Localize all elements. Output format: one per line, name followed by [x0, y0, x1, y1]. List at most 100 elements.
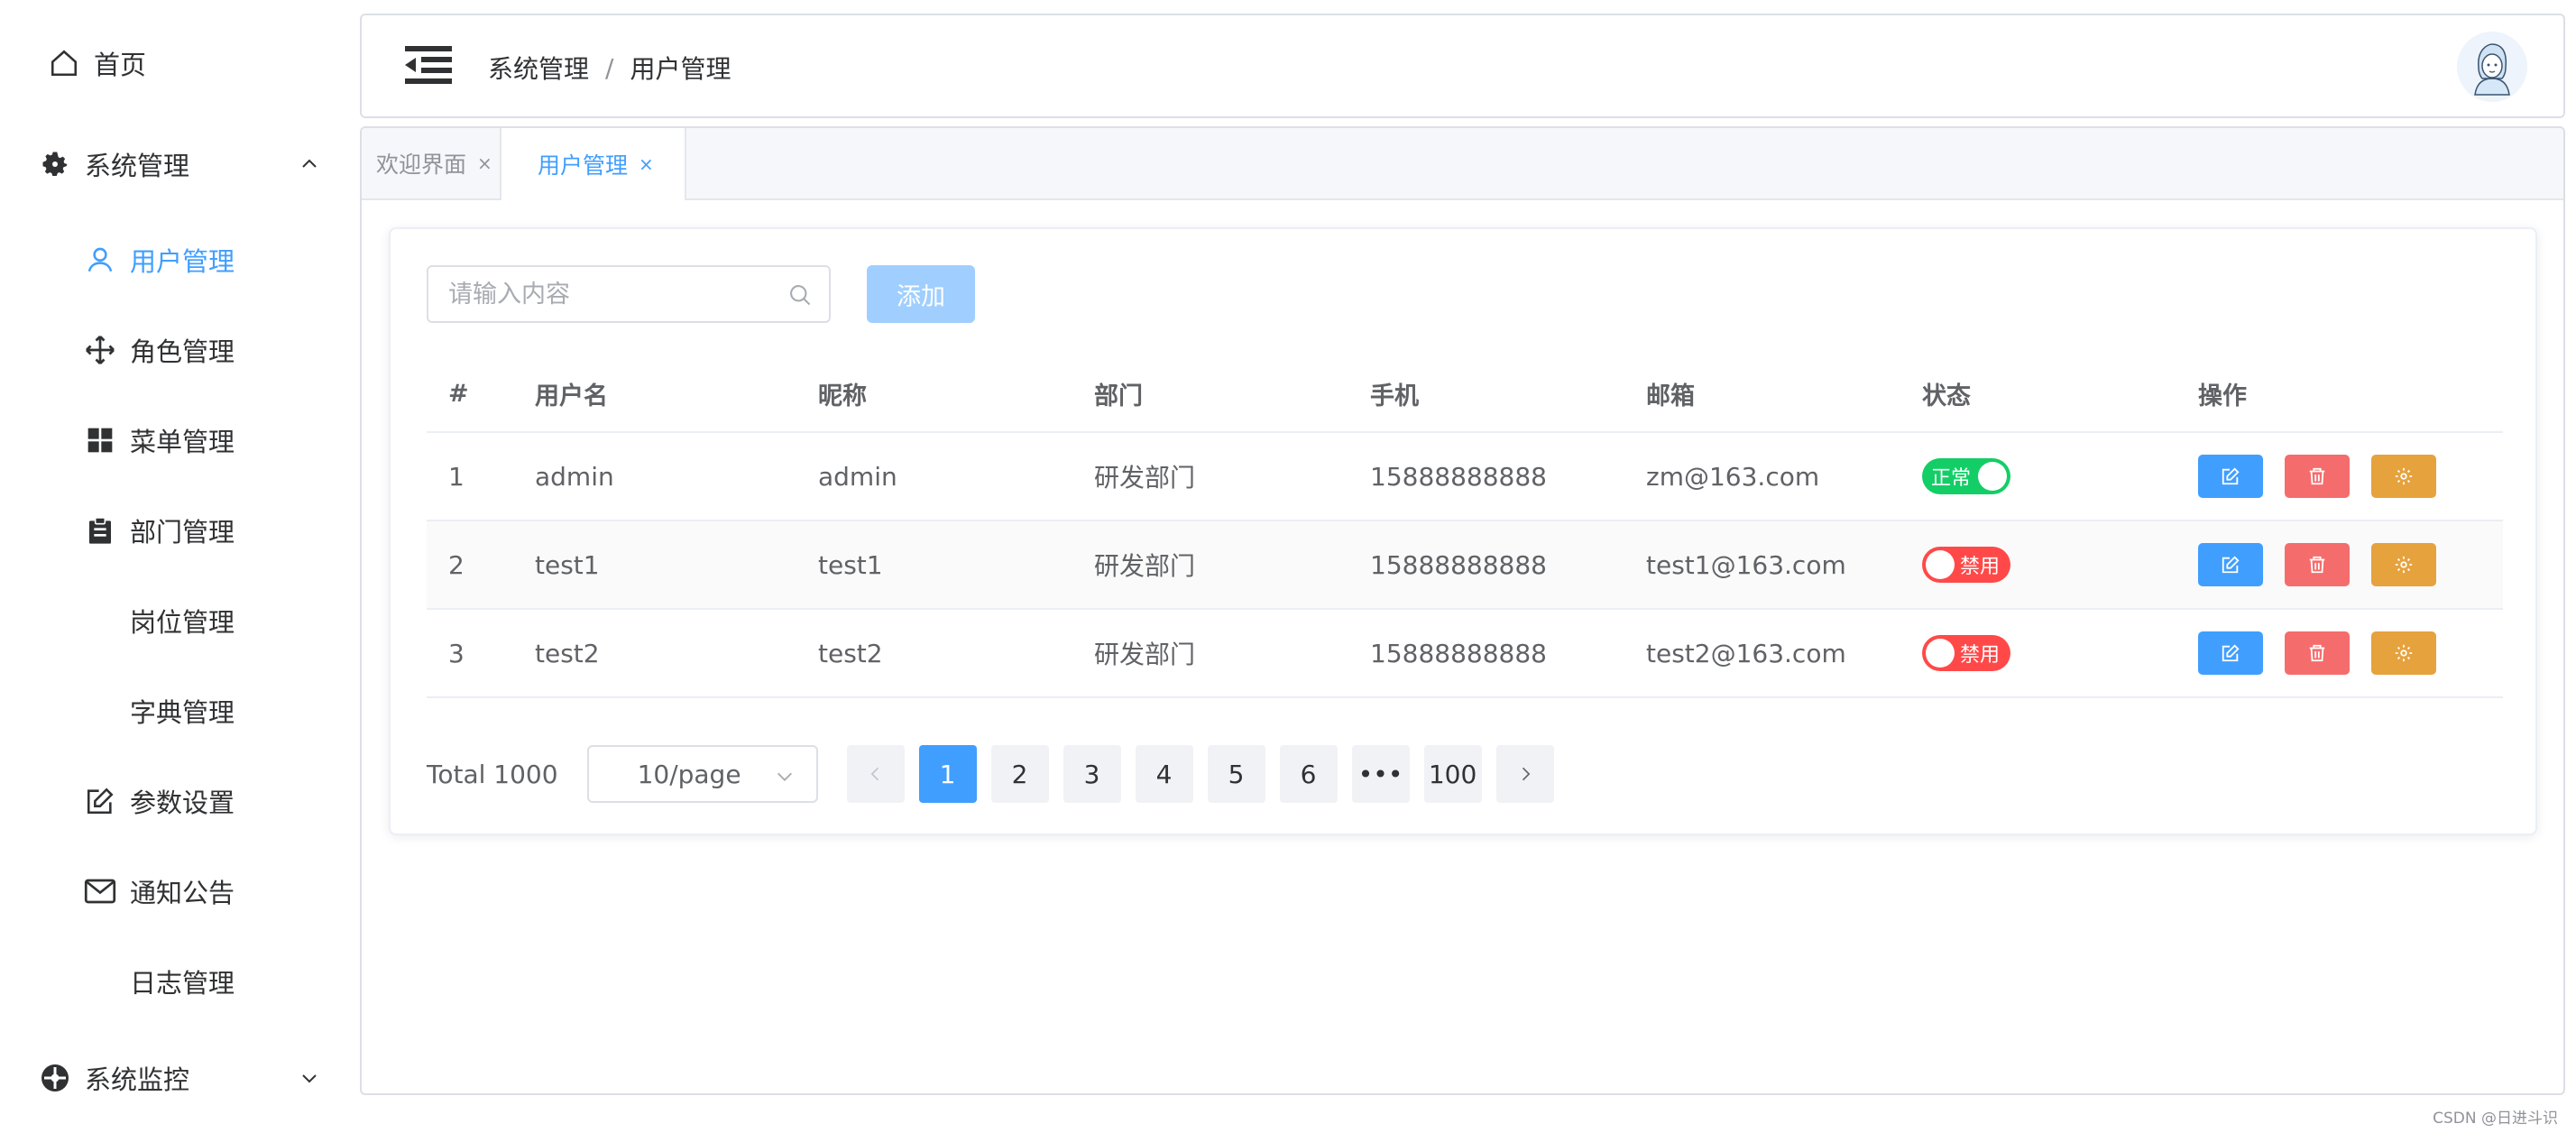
sidebar-item-label: 通知公告 [130, 878, 235, 908]
close-icon[interactable]: × [639, 153, 654, 175]
switch-knob [1978, 462, 2007, 491]
cell-nickname: admin [818, 461, 897, 492]
search-input[interactable] [428, 267, 793, 321]
gear-icon [38, 147, 72, 181]
edit-icon [83, 784, 117, 818]
more-pages-button[interactable]: ••• [1351, 745, 1410, 803]
sidebar-item-menus[interactable]: 菜单管理 [0, 404, 356, 476]
settings-button[interactable] [2371, 631, 2436, 675]
tab-welcome[interactable]: 欢迎界面 × [362, 128, 501, 198]
page-button[interactable]: 1 [918, 745, 977, 803]
delete-button[interactable] [2285, 631, 2350, 675]
sidebar-item-logs[interactable]: 日志管理 [0, 945, 356, 1018]
page-size-value: 10/page [637, 759, 741, 789]
sidebar-item-roles[interactable]: 角色管理 [0, 314, 356, 386]
edit-button[interactable] [2198, 543, 2263, 586]
sidebar-item-notice[interactable]: 通知公告 [0, 855, 356, 927]
gear-icon [2395, 644, 2413, 662]
edit-button[interactable] [2198, 455, 2263, 498]
page-button[interactable]: 5 [1207, 745, 1265, 803]
tab-label: 用户管理 [538, 152, 629, 179]
sidebar-item-label: 参数设置 [130, 788, 235, 818]
search-icon[interactable] [787, 282, 813, 308]
cell-index: 2 [448, 549, 465, 580]
total-count: Total 1000 [427, 759, 558, 789]
sidebar-item-params[interactable]: 参数设置 [0, 765, 356, 837]
tab-bar: 欢迎界面 × 用户管理 × [362, 128, 2563, 200]
page-button[interactable]: 2 [990, 745, 1049, 803]
page-button[interactable]: 6 [1279, 745, 1338, 803]
edit-icon [2222, 556, 2240, 574]
user-icon [83, 243, 117, 277]
settings-button[interactable] [2371, 455, 2436, 498]
add-user-button[interactable]: 添加 [867, 265, 975, 323]
user-table: # 用户名 昵称 部门 手机 邮箱 状态 操作 1 admin admin 研发… [427, 355, 2503, 698]
status-switch[interactable]: 禁用 [1922, 635, 2010, 671]
cell-email: zm@163.com [1646, 461, 1820, 492]
table-row: 2 test1 test1 研发部门 15888888888 test1@163… [427, 521, 2503, 610]
sidebar-item-posts[interactable]: 岗位管理 [0, 585, 356, 657]
status-label: 禁用 [1960, 644, 2001, 667]
sidebar-item-label: 字典管理 [130, 697, 235, 728]
breadcrumb-item-system[interactable]: 系统管理 [488, 50, 589, 86]
delete-button[interactable] [2285, 455, 2350, 498]
column-header: 操作 [2198, 382, 2247, 410]
settings-button[interactable] [2371, 543, 2436, 586]
page-size-select[interactable]: 10/page [586, 745, 818, 803]
page-button[interactable]: 100 [1423, 745, 1482, 803]
sidebar-item-label: 岗位管理 [130, 607, 235, 638]
cell-phone: 15888888888 [1370, 549, 1547, 580]
main-content: 欢迎界面 × 用户管理 × 添加 # 用户名 昵称 部门 手机 邮箱 状态 操作 [360, 126, 2565, 1095]
column-header: 部门 [1094, 382, 1143, 410]
sidebar-item-system[interactable]: 系统管理 [0, 128, 356, 200]
cell-dept: 研发部门 [1094, 463, 1196, 493]
breadcrumb-separator: / [605, 52, 614, 83]
cell-username: admin [535, 461, 614, 492]
column-header: # [448, 379, 469, 408]
cell-username: test1 [535, 549, 600, 580]
status-label: 禁用 [1960, 556, 2001, 578]
chevron-down-icon [302, 1074, 317, 1083]
sidebar-item-label: 系统监控 [85, 1064, 190, 1095]
chevron-up-icon [302, 159, 317, 168]
cell-phone: 15888888888 [1370, 461, 1547, 492]
watermark: CSDN @日进斗识 [2433, 1110, 2558, 1128]
status-switch[interactable]: 正常 [1922, 458, 2010, 494]
prev-page-button[interactable] [846, 745, 905, 803]
home-icon [47, 46, 81, 80]
close-icon[interactable]: × [477, 152, 492, 174]
top-header: 系统管理 / 用户管理 [360, 14, 2565, 118]
cell-dept: 研发部门 [1094, 640, 1196, 669]
gear-icon [2395, 467, 2413, 485]
sidebar-item-depts[interactable]: 部门管理 [0, 494, 356, 566]
status-switch[interactable]: 禁用 [1922, 547, 2010, 583]
status-label: 正常 [1931, 467, 1972, 490]
sidebar-item-label: 角色管理 [130, 336, 235, 367]
tab-users[interactable]: 用户管理 × [501, 128, 686, 200]
switch-knob [1926, 550, 1955, 579]
column-header: 昵称 [818, 382, 867, 410]
cell-index: 1 [448, 461, 465, 492]
edit-button[interactable] [2198, 631, 2263, 675]
avatar[interactable] [2457, 32, 2527, 102]
page-button[interactable]: 3 [1063, 745, 1121, 803]
tab-label: 欢迎界面 [376, 152, 467, 178]
cell-username: test2 [535, 638, 600, 668]
switch-knob [1926, 639, 1955, 668]
cell-dept: 研发部门 [1094, 551, 1196, 581]
sidebar-item-label: 首页 [94, 50, 147, 80]
sidebar-item-dict[interactable]: 字典管理 [0, 675, 356, 747]
page-button[interactable]: 4 [1135, 745, 1193, 803]
trash-icon [2309, 556, 2325, 574]
sidebar-item-label: 菜单管理 [130, 427, 235, 457]
grid-icon [83, 423, 117, 457]
collapse-menu-icon[interactable] [405, 42, 452, 88]
sidebar-item-users[interactable]: 用户管理 [0, 224, 356, 296]
next-page-button[interactable] [1495, 745, 1554, 803]
sidebar-item-home[interactable]: 首页 [0, 27, 356, 99]
cell-phone: 15888888888 [1370, 638, 1547, 668]
column-header: 用户名 [535, 382, 608, 410]
sidebar-item-monitor[interactable]: 系统监控 [0, 1042, 356, 1114]
gear-icon [2395, 556, 2413, 574]
delete-button[interactable] [2285, 543, 2350, 586]
